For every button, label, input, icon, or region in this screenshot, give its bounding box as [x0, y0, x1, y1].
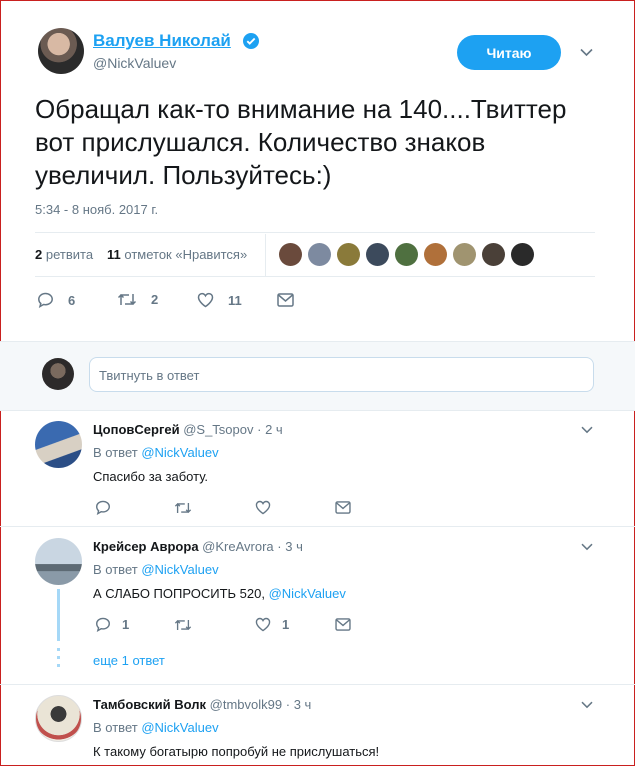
liker-avatar[interactable] [279, 243, 302, 266]
liker-avatar[interactable] [366, 243, 389, 266]
reply-context-label: В ответ [93, 445, 138, 460]
reply-context: В ответ @NickValuev [93, 445, 219, 460]
likes-label: отметок «Нравится» [124, 247, 248, 262]
message-icon[interactable] [277, 293, 294, 307]
tweet-text: Обращал как-то внимание на 140....Твитте… [35, 94, 567, 190]
reply-text: Спасибо за заботу. [93, 469, 209, 484]
reply-time[interactable]: · 2 ч [257, 422, 283, 437]
retweets-label: ретвита [45, 247, 94, 262]
chevron-down-icon[interactable] [581, 426, 593, 434]
like-stats[interactable]: 11 отметок «Нравится» [107, 247, 247, 262]
like-count: 1 [282, 617, 290, 632]
stats-divider-bottom [35, 276, 595, 277]
reply-text: К такому богатырю попробуй не прислушать… [93, 744, 380, 759]
likes-count: 11 [107, 247, 121, 262]
reply-context-label: В ответ [93, 562, 138, 577]
reply-icon[interactable] [95, 500, 111, 515]
reply-action[interactable]: 6 [37, 292, 75, 308]
reply-separator [0, 526, 635, 527]
liker-avatar[interactable] [395, 243, 418, 266]
reply-text-line: А СЛАБО ПОПРОСИТЬ 520, @NickValuev [93, 586, 346, 601]
reply-avatar[interactable] [35, 538, 82, 585]
thread-line [57, 589, 60, 641]
stats-divider-top [35, 232, 595, 233]
chevron-down-icon[interactable] [580, 48, 593, 57]
reply-context: В ответ @NickValuev [93, 720, 219, 735]
reply-count: 1 [122, 617, 130, 632]
reply-context-mention[interactable]: @NickValuev [141, 445, 218, 460]
heart-icon[interactable] [255, 500, 271, 515]
verified-badge-icon [243, 33, 259, 49]
reply-text: А СЛАБО ПОПРОСИТЬ 520, [93, 586, 265, 601]
stats-vertical-divider [265, 234, 266, 276]
reply-header: Крейсер Аврора @KreAvrora · 3 ч [93, 539, 303, 554]
liker-avatar[interactable] [482, 243, 505, 266]
message-icon[interactable] [335, 618, 351, 631]
author-avatar[interactable] [38, 28, 84, 74]
liker-avatar[interactable] [453, 243, 476, 266]
reply-action[interactable]: 1 [95, 617, 129, 632]
reply-count: 6 [68, 292, 76, 308]
reply-mention[interactable]: @NickValuev [269, 586, 346, 601]
retweet-action[interactable]: 2 [117, 292, 158, 307]
reply-context-mention[interactable]: @NickValuev [141, 562, 218, 577]
reply-icon [38, 292, 53, 308]
thread-dot [57, 648, 60, 651]
reply-author-name[interactable]: Крейсер Аврора [93, 539, 199, 554]
message-icon[interactable] [335, 501, 351, 514]
retweet-icon [117, 293, 137, 306]
tweet-timestamp[interactable]: 5:34 - 8 нояб. 2017 г. [35, 202, 158, 217]
chevron-down-icon[interactable] [581, 701, 593, 709]
reply-author-handle[interactable]: @S_Tsopov [183, 422, 253, 437]
reply-input[interactable]: Твитнуть в ответ [89, 357, 594, 392]
reply-header: Тамбовский Волк @tmbvolk99 · 3 ч [93, 697, 311, 712]
current-user-avatar[interactable] [42, 358, 74, 390]
retweet-icon[interactable] [174, 501, 192, 515]
like-count: 11 [228, 292, 242, 308]
retweets-count: 2 [35, 247, 43, 262]
liker-avatar[interactable] [308, 243, 331, 266]
chevron-down-icon[interactable] [581, 543, 593, 551]
liker-avatar[interactable] [511, 243, 534, 266]
reply-author-handle[interactable]: @tmbvolk99 [210, 697, 282, 712]
reply-context-label: В ответ [93, 720, 138, 735]
retweet-icon[interactable] [174, 618, 192, 632]
reply-author-name[interactable]: Тамбовский Волк [93, 697, 206, 712]
author-handle[interactable]: @NickValuev [93, 55, 176, 71]
reply-author-name[interactable]: ЦоповСергей [93, 422, 180, 437]
reply-author-handle[interactable]: @KreAvrora [202, 539, 273, 554]
reply-time[interactable]: · 3 ч [277, 539, 303, 554]
show-more-replies-link[interactable]: еще 1 ответ [93, 653, 165, 668]
liker-avatar[interactable] [424, 243, 447, 266]
reply-avatar[interactable] [35, 695, 82, 742]
retweet-stats[interactable]: 2 ретвита [35, 247, 93, 262]
like-action[interactable]: 1 [255, 617, 289, 632]
reply-time[interactable]: · 3 ч [286, 697, 312, 712]
follow-button[interactable]: Читаю [457, 35, 561, 70]
thread-dot [57, 656, 60, 659]
author-name[interactable]: Валуев Николай [93, 31, 231, 51]
thread-dot [57, 664, 60, 667]
reply-header: ЦоповСергей @S_Tsopov · 2 ч [93, 422, 283, 437]
reply-input-placeholder: Твитнуть в ответ [99, 368, 200, 383]
reply-context: В ответ @NickValuev [93, 562, 219, 577]
heart-icon [197, 292, 214, 308]
reply-separator [0, 684, 635, 685]
reply-context-mention[interactable]: @NickValuev [141, 720, 218, 735]
retweet-count: 2 [151, 292, 159, 307]
heart-icon [255, 617, 271, 632]
reply-icon [96, 617, 110, 632]
liker-avatar[interactable] [337, 243, 360, 266]
like-action[interactable]: 11 [197, 292, 242, 308]
reply-avatar[interactable] [35, 421, 82, 468]
